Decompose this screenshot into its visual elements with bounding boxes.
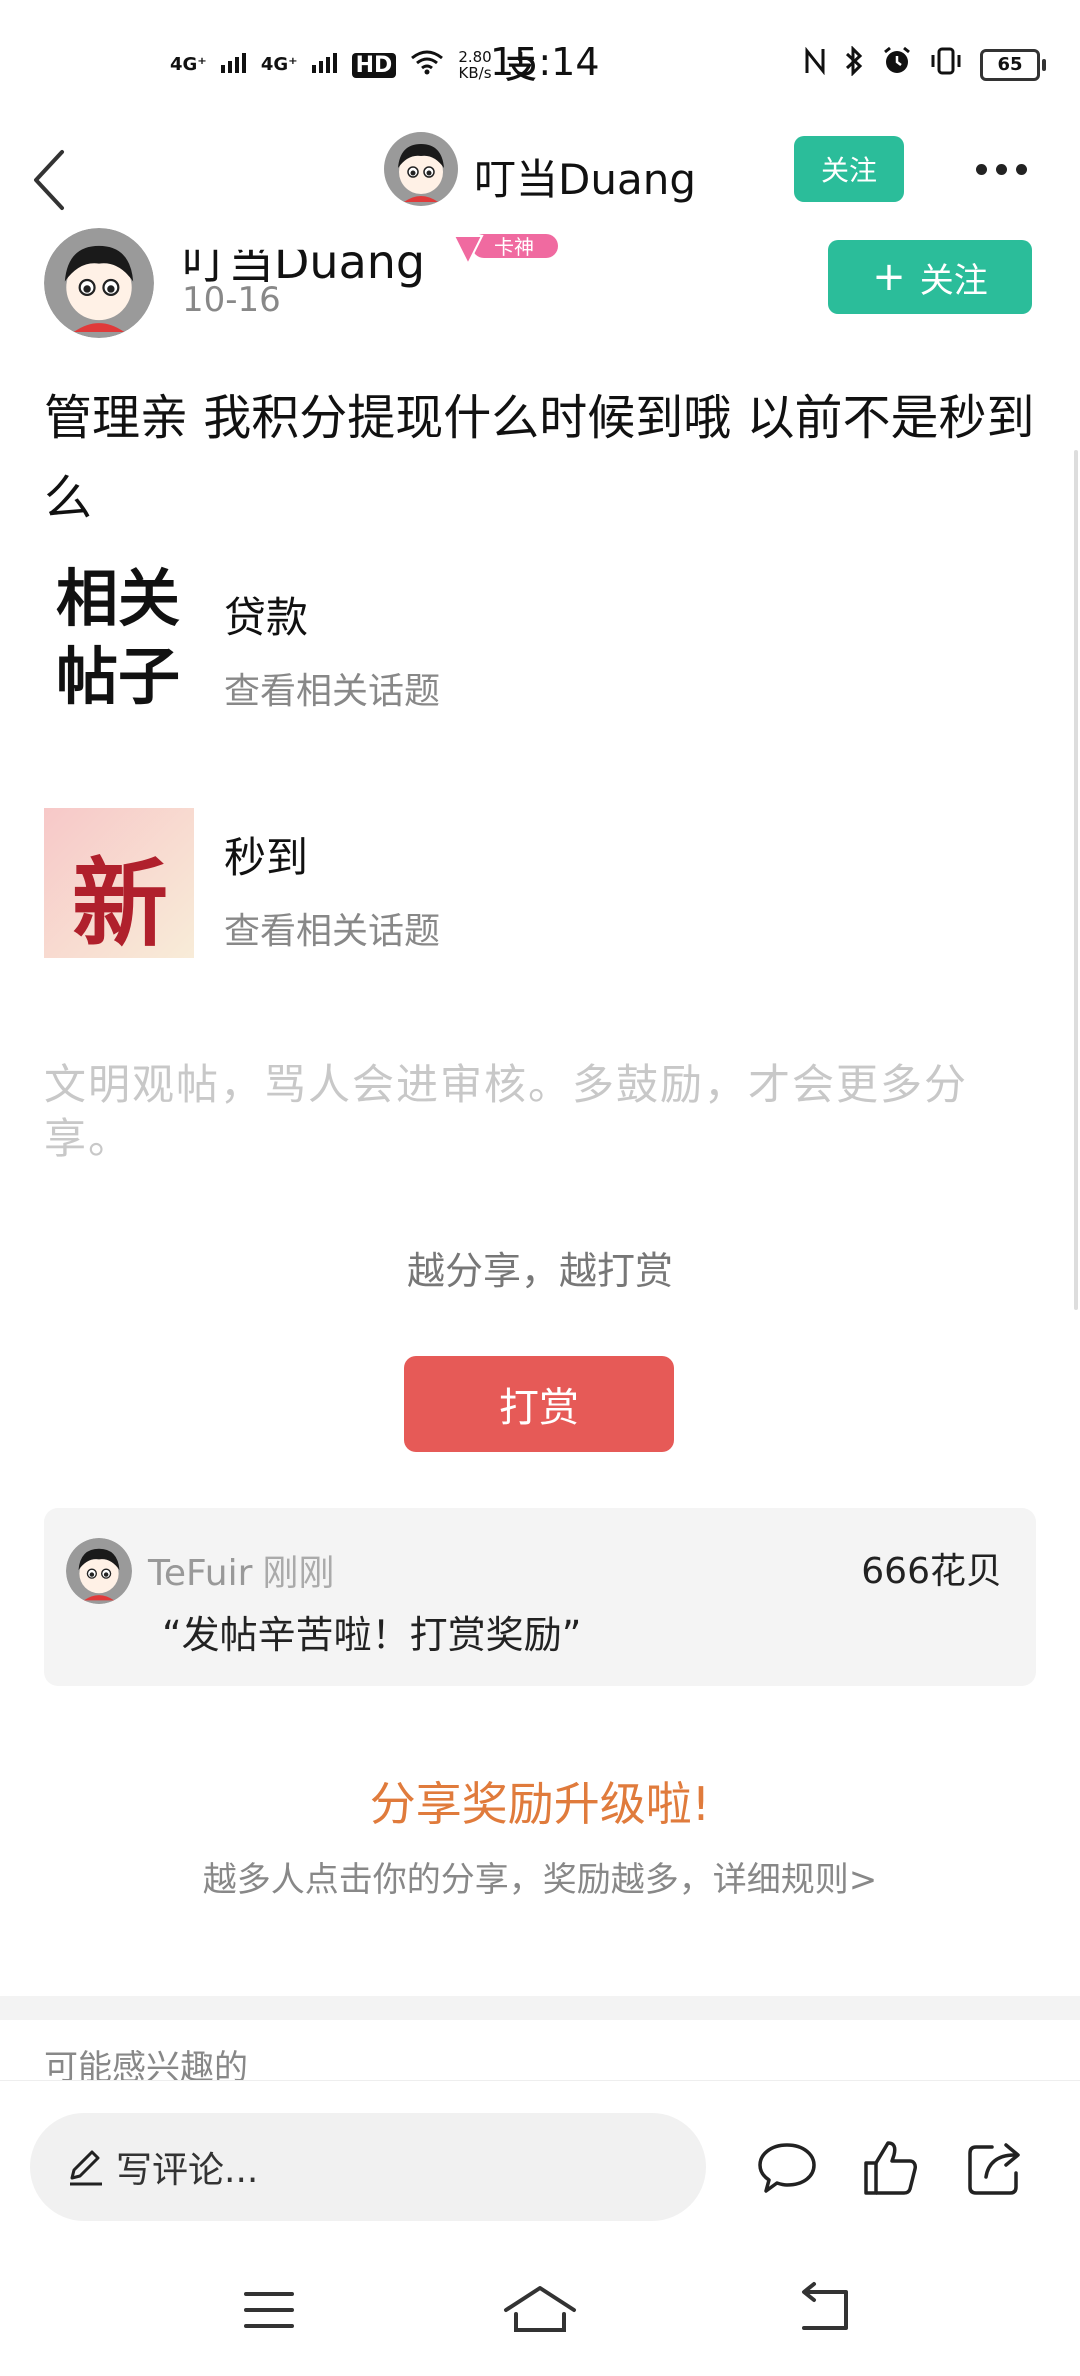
status-time: 15:14 <box>490 40 600 84</box>
author-avatar[interactable] <box>44 228 154 338</box>
share-upgrade-title: 分享奖励升级啦! <box>369 1777 711 1831</box>
bottom-action-bar: 写评论... <box>0 2080 1080 2241</box>
system-navigation-bar <box>0 2240 1080 2376</box>
pen-icon <box>70 2150 102 2186</box>
network-speed: 2.80 KB/s <box>458 49 491 81</box>
related-calligraphy-line1: 相关 <box>56 562 181 635</box>
reward-button[interactable]: 打赏 <box>404 1356 674 1452</box>
comment-input[interactable]: 写评论... <box>30 2113 706 2221</box>
comment-icon[interactable] <box>754 2135 820 2201</box>
plus-icon: + <box>872 254 906 300</box>
status-bar: 4G⁺ 4G⁺ HD 2.80 KB/s 支 15:14 65 <box>0 0 1080 130</box>
author-badge: 卡神 <box>452 232 562 268</box>
post-content: 管理亲 我积分提现什么时候到哦 以前不是秒到么 <box>44 390 1035 526</box>
status-right-icons: 65 <box>804 42 1046 88</box>
nav-title: 叮当Duang <box>474 155 696 204</box>
signal-4g-icon-2: 4G⁺ <box>260 54 298 75</box>
comment-placeholder: 写评论... <box>116 2150 259 2191</box>
vibrate-icon <box>930 47 962 83</box>
reward-record-card: TeFuir 刚刚 666花贝 “发帖辛苦啦！打赏奖励” <box>44 1508 1036 1686</box>
rewarder-info: TeFuir 刚刚 <box>148 1544 334 1596</box>
related-topic-title-loan[interactable]: 贷款 <box>224 584 308 645</box>
network-speed-value: 2.80 <box>458 48 492 66</box>
reward-time: 刚刚 <box>262 1553 335 1594</box>
reward-amount: 666花贝 <box>861 1551 1002 1592</box>
related-topic-link-instant[interactable]: 查看相关话题 <box>224 902 440 954</box>
related-calligraphy-line2: 帖子 <box>56 640 181 713</box>
related-posts-calligraphy: 相关 帖子 <box>56 560 196 716</box>
battery-icon: 65 <box>980 49 1046 81</box>
section-divider <box>0 1996 1080 2020</box>
share-icon[interactable] <box>962 2135 1028 2201</box>
rewarder-avatar[interactable] <box>66 1538 132 1604</box>
author-badge-label: 卡神 <box>494 235 534 259</box>
share-hint: 越分享，越打赏 <box>406 1249 673 1293</box>
alarm-icon <box>882 46 912 84</box>
topic-thumbnail-new[interactable]: 新 <box>44 808 194 960</box>
more-options-icon[interactable] <box>976 154 1036 184</box>
back-nav-icon[interactable] <box>790 2280 860 2340</box>
bluetooth-icon <box>844 45 864 84</box>
nav-follow-button[interactable]: 关注 <box>794 136 904 202</box>
related-topic-title-instant[interactable]: 秒到 <box>224 824 308 885</box>
nav-avatar[interactable] <box>384 132 458 206</box>
follow-button-label: 关注 <box>919 260 988 301</box>
reward-message: “发帖辛苦啦！打赏奖励” <box>162 1613 582 1657</box>
like-icon[interactable] <box>858 2135 924 2201</box>
rewarder-name[interactable]: TeFuir <box>148 1553 252 1594</box>
back-button[interactable] <box>26 144 86 214</box>
signal-bars-icon <box>220 51 247 79</box>
menu-icon[interactable] <box>234 2280 304 2340</box>
related-topic-link-loan[interactable]: 查看相关话题 <box>224 662 440 714</box>
civility-notice: 文明观帖，骂人会进审核。多鼓励，才会更多分享。 <box>44 1060 969 1163</box>
share-rules-link[interactable]: 越多人点击你的分享，奖励越多，详细规则> <box>0 1852 1080 1901</box>
wifi-icon <box>410 49 444 81</box>
post-date: 10-16 <box>182 280 281 320</box>
status-left-icons: 4G⁺ 4G⁺ HD 2.80 KB/s 支 <box>170 42 536 88</box>
nfc-icon <box>804 46 826 83</box>
signal-bars-icon-2 <box>311 51 338 79</box>
home-icon[interactable] <box>502 2280 576 2340</box>
scrollbar[interactable] <box>1074 450 1078 1310</box>
hd-icon: HD <box>351 52 397 78</box>
signal-4g-icon: 4G⁺ <box>170 54 207 75</box>
follow-button[interactable]: + 关注 <box>828 240 1032 314</box>
topic-thumbnail-text: 新 <box>72 847 168 960</box>
network-speed-unit: KB/s <box>458 64 492 82</box>
